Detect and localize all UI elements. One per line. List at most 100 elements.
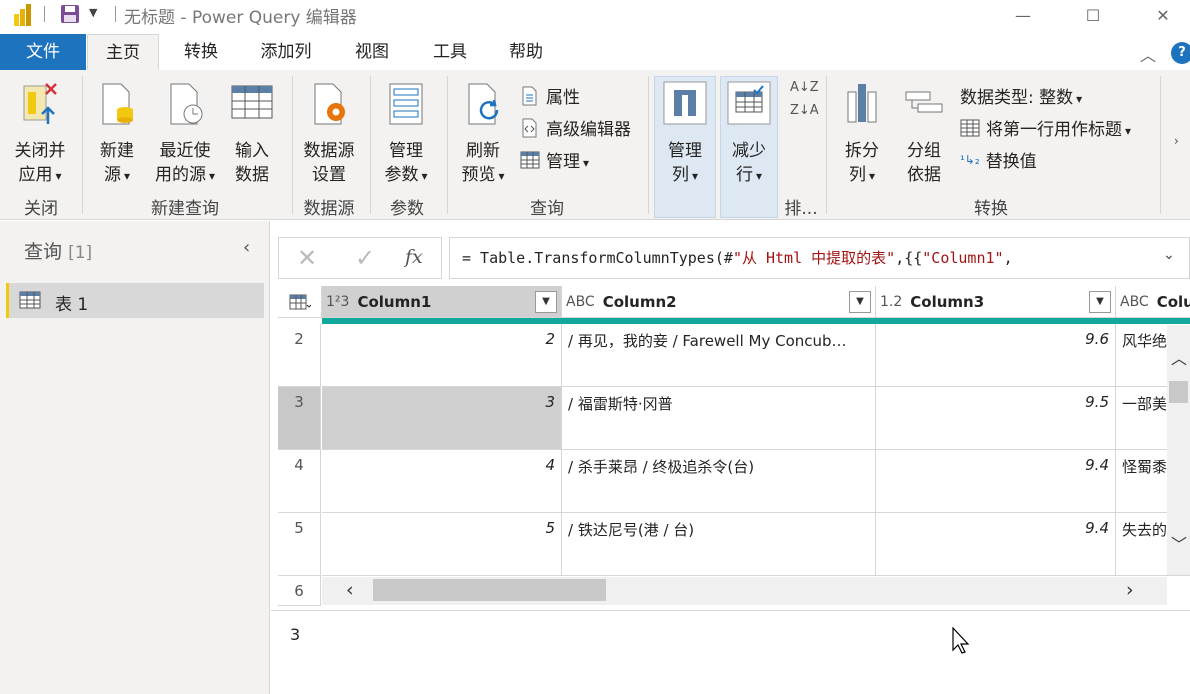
row-number[interactable]: 3 xyxy=(278,387,321,450)
help-icon[interactable]: ? xyxy=(1171,42,1190,64)
ribbon-scroll-right-icon[interactable]: › xyxy=(1174,134,1179,148)
scroll-right-icon[interactable]: › xyxy=(1126,579,1134,601)
query-item-table1[interactable]: 表 1 xyxy=(6,283,264,318)
table-cell[interactable]: 5 xyxy=(322,513,562,576)
column-type-icon[interactable]: 1.2 xyxy=(880,294,902,310)
table-cell[interactable]: / 杀手莱昂 / 终极追杀令(台) xyxy=(562,450,876,513)
save-icon[interactable] xyxy=(60,4,80,24)
quick-access-dropdown-icon[interactable]: ▼ xyxy=(89,6,97,19)
table-cell[interactable]: 4 xyxy=(322,450,562,513)
row-number[interactable]: 5 xyxy=(278,513,321,576)
replace-values-button[interactable]: ¹↳₂ 替换值 xyxy=(960,147,1037,172)
table-cell[interactable]: 9.5 xyxy=(876,387,1116,450)
data-source-settings-button[interactable]: 数据源 设置 xyxy=(298,80,360,187)
column-name: Column2 xyxy=(602,292,677,311)
group-by-button[interactable]: 分组 依据 xyxy=(898,80,950,187)
data-type-dropdown[interactable]: 数据类型: 整数 xyxy=(960,83,1082,108)
advanced-editor-button[interactable]: 高级编辑器 xyxy=(520,115,631,140)
new-source-label-1: 新建 xyxy=(100,141,134,161)
close-button[interactable]: ✕ xyxy=(1140,0,1186,30)
horizontal-scroll-thumb[interactable] xyxy=(373,579,606,601)
title-separator xyxy=(44,6,45,22)
minimize-button[interactable]: — xyxy=(1000,0,1046,30)
scroll-left-icon[interactable]: ‹ xyxy=(346,579,354,601)
table-cell[interactable]: 2 xyxy=(322,324,562,387)
queries-header: 查询 [1] xyxy=(24,237,92,264)
table-cell[interactable]: 9.4 xyxy=(876,450,1116,513)
cancel-formula-icon[interactable]: ✕ xyxy=(297,244,317,272)
query-item-label: 表 1 xyxy=(55,295,89,315)
column-filter-dropdown-icon[interactable]: ▼ xyxy=(1089,291,1111,313)
tab-view[interactable]: 视图 xyxy=(338,34,406,70)
tab-help[interactable]: 帮助 xyxy=(492,34,560,70)
table-cell[interactable]: 9.4 xyxy=(876,513,1116,576)
maximize-button[interactable]: ☐ xyxy=(1070,0,1116,30)
confirm-formula-icon[interactable]: ✓ xyxy=(355,244,375,272)
group-label-sort: 排... xyxy=(784,199,818,219)
formula-mid: ,{{ xyxy=(895,249,923,267)
tab-add-column[interactable]: 添加列 xyxy=(245,34,327,70)
horizontal-scrollbar[interactable]: ‹ › xyxy=(322,577,1167,605)
group-label-close: 关闭 xyxy=(24,199,58,219)
reduce-rows-button[interactable]: 减少 行 xyxy=(722,80,776,188)
row-number[interactable]: 4 xyxy=(278,450,321,513)
manage-columns-icon xyxy=(663,81,707,125)
scroll-down-icon[interactable]: ﹀ xyxy=(1171,531,1187,555)
manage-columns-button[interactable]: 管理 列 xyxy=(656,80,714,188)
group-separator xyxy=(826,76,827,214)
refresh-preview-label-2: 预览 xyxy=(454,163,512,188)
formula-input[interactable]: = Table.TransformColumnTypes(#"从 Html 中提… xyxy=(449,237,1190,279)
enter-data-button[interactable]: 输入 数据 xyxy=(226,80,278,187)
data-type-label: 数据类型: 整数 xyxy=(960,83,1082,108)
sort-descending-icon[interactable]: Z↓A xyxy=(790,103,819,118)
column-filter-dropdown-icon[interactable]: ▼ xyxy=(849,291,871,313)
column-header-column2[interactable]: ABC Column2 ▼ xyxy=(562,286,876,318)
column-type-icon[interactable]: ABC xyxy=(566,294,595,310)
sort-ascending-icon[interactable]: A↓Z xyxy=(790,80,819,95)
column-header-column3[interactable]: 1.2 Column3 ▼ xyxy=(876,286,1116,318)
refresh-preview-label-1: 刷新 xyxy=(466,141,500,161)
new-source-button[interactable]: 新建 源 xyxy=(92,80,142,188)
table-cell[interactable]: / 铁达尼号(港 / 台) xyxy=(562,513,876,576)
row-number[interactable]: 2 xyxy=(278,324,321,387)
vertical-scrollbar[interactable]: ︿ ﹀ xyxy=(1167,325,1190,575)
column-header-column1[interactable]: 1²3 Column1 ▼ xyxy=(322,286,562,318)
title-bar: ▼ 无标题 - Power Query 编辑器 — ☐ ✕ xyxy=(0,0,1190,30)
column-filter-dropdown-icon[interactable]: ▼ xyxy=(535,291,557,313)
table-cell[interactable]: / 福雷斯特·冈普 xyxy=(562,387,876,450)
table-menu-button[interactable] xyxy=(278,286,322,318)
column-type-icon[interactable]: ABC xyxy=(1120,294,1149,310)
manage-button[interactable]: 管理 xyxy=(520,147,589,172)
expand-formula-icon[interactable]: ⌄ xyxy=(1163,247,1175,263)
row-number[interactable]: 6 xyxy=(278,576,321,606)
refresh-icon xyxy=(468,83,499,125)
table-cell-selected[interactable]: 3 xyxy=(322,387,562,450)
manage-parameters-button[interactable]: 管理 参数 xyxy=(378,80,434,188)
tab-home[interactable]: 主页 xyxy=(87,34,159,70)
collapse-queries-icon[interactable]: ‹ xyxy=(243,237,250,258)
collapse-ribbon-icon[interactable]: ︿ xyxy=(1140,42,1156,66)
refresh-preview-button[interactable]: 刷新 预览 xyxy=(454,80,512,188)
properties-button[interactable]: 属性 xyxy=(520,83,580,108)
tab-transform[interactable]: 转换 xyxy=(165,34,237,70)
split-column-button[interactable]: 拆分 列 xyxy=(836,80,888,188)
group-label-data-source: 数据源 xyxy=(303,199,355,219)
table-cell[interactable]: / 再见，我的妾 / Farewell My Concub… xyxy=(562,324,876,387)
table-cell[interactable]: 9.6 xyxy=(876,324,1116,387)
close-apply-button[interactable]: 关闭并 应用 xyxy=(8,80,72,188)
group-separator xyxy=(82,76,83,214)
table-icon xyxy=(520,151,540,168)
column-header-column4[interactable]: ABC Colu xyxy=(1116,286,1190,318)
fx-icon[interactable]: fx xyxy=(405,246,423,268)
group-label-new-query: 新建查询 xyxy=(151,199,219,219)
vertical-scroll-thumb[interactable] xyxy=(1169,381,1188,403)
close-apply-label-2: 应用 xyxy=(8,163,72,188)
recent-sources-button[interactable]: 最近使 用的源 xyxy=(150,80,220,188)
column-type-icon[interactable]: 1²3 xyxy=(326,294,349,310)
manage-columns-label-2: 列 xyxy=(656,163,714,188)
table-icon xyxy=(19,291,41,309)
tab-file[interactable]: 文件 xyxy=(0,34,86,70)
scroll-up-icon[interactable]: ︿ xyxy=(1171,345,1187,369)
first-row-header-button[interactable]: 将第一行用作标题 xyxy=(960,115,1131,140)
tab-tools[interactable]: 工具 xyxy=(416,34,484,70)
